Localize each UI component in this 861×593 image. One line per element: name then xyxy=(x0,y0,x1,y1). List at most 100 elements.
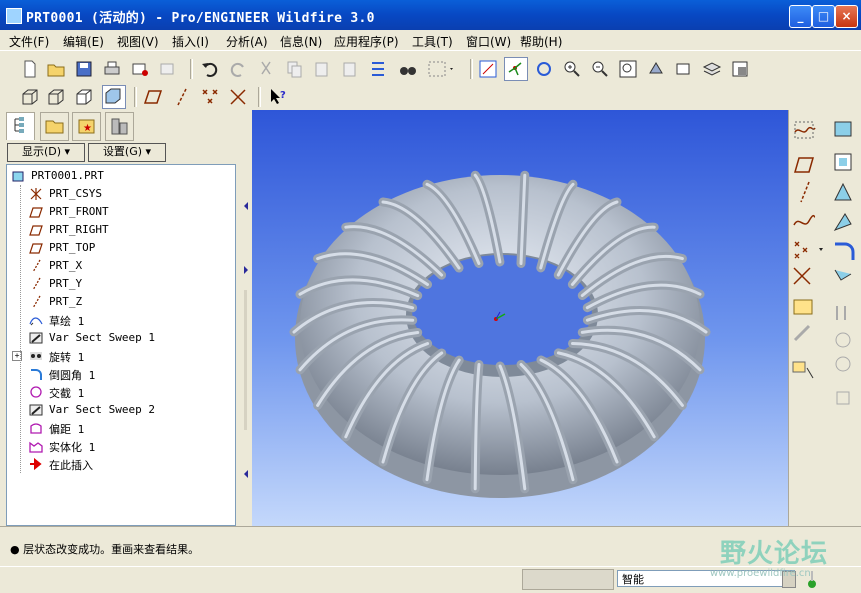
hidden-line-icon[interactable] xyxy=(46,87,66,107)
tree-item[interactable]: PRT_Z xyxy=(7,293,233,311)
wireframe-icon[interactable] xyxy=(20,87,40,107)
view-manager-icon[interactable] xyxy=(730,59,750,79)
datum-point-display-icon[interactable] xyxy=(200,87,220,107)
menu-help[interactable]: 帮助(H) xyxy=(520,33,562,50)
status-message: ● 层状态改变成功。重画来查看结果。 xyxy=(10,543,200,556)
tree-item-label: 旋转 1 xyxy=(49,351,85,364)
tree-item[interactable]: PRT_FRONT xyxy=(7,203,233,221)
regenerate-icon[interactable] xyxy=(368,59,388,79)
menu-info[interactable]: 信息(N) xyxy=(280,33,322,50)
tree-item-label: Var Sect Sweep 1 xyxy=(49,331,155,344)
minimize-button[interactable]: _ xyxy=(789,5,812,28)
revolve-icon[interactable] xyxy=(834,153,852,171)
graphics-window[interactable] xyxy=(252,110,788,526)
feature-toolbar xyxy=(788,110,861,526)
print-icon[interactable] xyxy=(102,59,122,79)
new-file-icon[interactable] xyxy=(20,59,40,79)
close-button[interactable]: × xyxy=(835,5,858,28)
datum-axis-display-icon[interactable] xyxy=(172,87,192,107)
curve-tool-icon[interactable] xyxy=(793,214,816,226)
undo-icon[interactable] xyxy=(200,59,220,79)
tree-item-label: PRT_X xyxy=(49,259,83,272)
datum-plane-display-icon[interactable] xyxy=(143,87,164,107)
menu-analysis[interactable]: 分析(A) xyxy=(226,33,268,50)
tree-item[interactable]: 交截 1 xyxy=(7,383,233,401)
settings-dropdown[interactable]: 设置(G) ▾ xyxy=(88,143,166,162)
chain-tool-icon xyxy=(793,324,811,342)
draft-icon xyxy=(835,356,851,372)
svg-text:?: ? xyxy=(280,90,286,101)
tree-item[interactable]: PRT_RIGHT xyxy=(7,221,233,239)
tree-item[interactable]: 旋转 1 + xyxy=(7,347,233,365)
reorient-icon[interactable] xyxy=(646,59,666,79)
plane-tool-icon[interactable] xyxy=(794,157,814,173)
sketch-tool-icon[interactable] xyxy=(794,121,816,139)
orient-mode-icon[interactable] xyxy=(534,59,554,79)
tree-item[interactable]: 在此插入 xyxy=(7,455,233,473)
show-dropdown[interactable]: 显示(D) ▾ xyxy=(7,143,85,162)
tree-item[interactable]: PRT_TOP xyxy=(7,239,233,257)
tab-favorites[interactable]: ★ xyxy=(72,112,101,141)
sweep-icon[interactable] xyxy=(834,182,852,201)
tree-item[interactable]: Var Sect Sweep 1 xyxy=(7,329,233,347)
sketch-icon xyxy=(29,313,43,327)
send-mail-icon[interactable] xyxy=(130,59,150,79)
tree-item[interactable]: PRT_X xyxy=(7,257,233,275)
menu-file[interactable]: 文件(F) xyxy=(9,33,49,50)
cut-icon xyxy=(256,59,276,79)
blend-icon[interactable] xyxy=(833,213,852,231)
open-folder-icon[interactable] xyxy=(46,59,66,79)
no-hidden-icon[interactable] xyxy=(74,87,94,107)
point-tool-icon[interactable] xyxy=(794,241,823,259)
extrude-icon[interactable] xyxy=(834,121,852,137)
tree-item[interactable]: 草绘 1 xyxy=(7,311,233,329)
context-help-icon[interactable]: ? xyxy=(268,87,288,107)
tree-item-label: PRT_RIGHT xyxy=(49,223,109,236)
menu-applications[interactable]: 应用程序(P) xyxy=(334,33,399,50)
chamfer-icon[interactable] xyxy=(834,269,852,281)
menu-view[interactable]: 视图(V) xyxy=(117,33,159,50)
zoom-out-icon[interactable] xyxy=(590,59,610,79)
axis-tool-icon[interactable] xyxy=(800,181,810,203)
datum-axis-icon xyxy=(29,295,43,309)
repaint-icon[interactable] xyxy=(478,59,498,79)
tree-item[interactable]: 实体化 1 xyxy=(7,437,233,455)
maximize-button[interactable]: □ xyxy=(812,5,835,28)
csys-display-icon[interactable] xyxy=(228,87,248,107)
find-icon[interactable] xyxy=(398,59,418,79)
spin-center-icon[interactable] xyxy=(504,57,528,81)
note-tool-icon[interactable] xyxy=(792,361,814,379)
redo-icon xyxy=(228,59,248,79)
shading-icon[interactable] xyxy=(102,85,126,109)
tree-item-label: 实体化 1 xyxy=(49,441,96,454)
saved-views-icon[interactable] xyxy=(674,59,694,79)
tree-item[interactable]: PRT0001.PRT xyxy=(7,167,233,185)
tree-item[interactable]: Var Sect Sweep 2 xyxy=(7,401,233,419)
sweep-icon xyxy=(29,403,43,417)
tab-folder-browser[interactable] xyxy=(40,112,69,141)
menu-insert[interactable]: 插入(I) xyxy=(172,33,209,50)
round-icon[interactable] xyxy=(835,242,855,260)
tree-item[interactable]: 偏距 1 xyxy=(7,419,233,437)
save-icon[interactable] xyxy=(74,59,94,79)
tab-model-tree[interactable] xyxy=(6,112,35,140)
tree-item[interactable]: PRT_CSYS xyxy=(7,185,233,203)
refit-icon[interactable] xyxy=(618,59,638,79)
select-box-icon[interactable] xyxy=(426,59,456,79)
zoom-in-icon[interactable] xyxy=(562,59,582,79)
menu-window[interactable]: 窗口(W) xyxy=(466,33,511,50)
tree-item[interactable]: 倒圆角 1 xyxy=(7,365,233,383)
send-link-icon xyxy=(158,59,178,79)
tree-item[interactable]: PRT_Y xyxy=(7,275,233,293)
panel-splitter[interactable] xyxy=(240,110,252,526)
model-tree: PRT0001.PRT PRT_CSYS PRT_FRONT PRT_RIGHT PRT… xyxy=(6,164,236,526)
menu-edit[interactable]: 编辑(E) xyxy=(63,33,104,50)
shell-icon xyxy=(836,306,846,320)
tree-item-label: 在此插入 xyxy=(49,459,93,472)
analysis-tool-icon[interactable] xyxy=(793,299,813,315)
app-icon xyxy=(6,8,22,24)
layers-icon[interactable] xyxy=(702,59,722,79)
csys-tool-icon[interactable] xyxy=(793,267,811,285)
tab-connections[interactable] xyxy=(105,112,134,141)
menu-tools[interactable]: 工具(T) xyxy=(412,33,453,50)
